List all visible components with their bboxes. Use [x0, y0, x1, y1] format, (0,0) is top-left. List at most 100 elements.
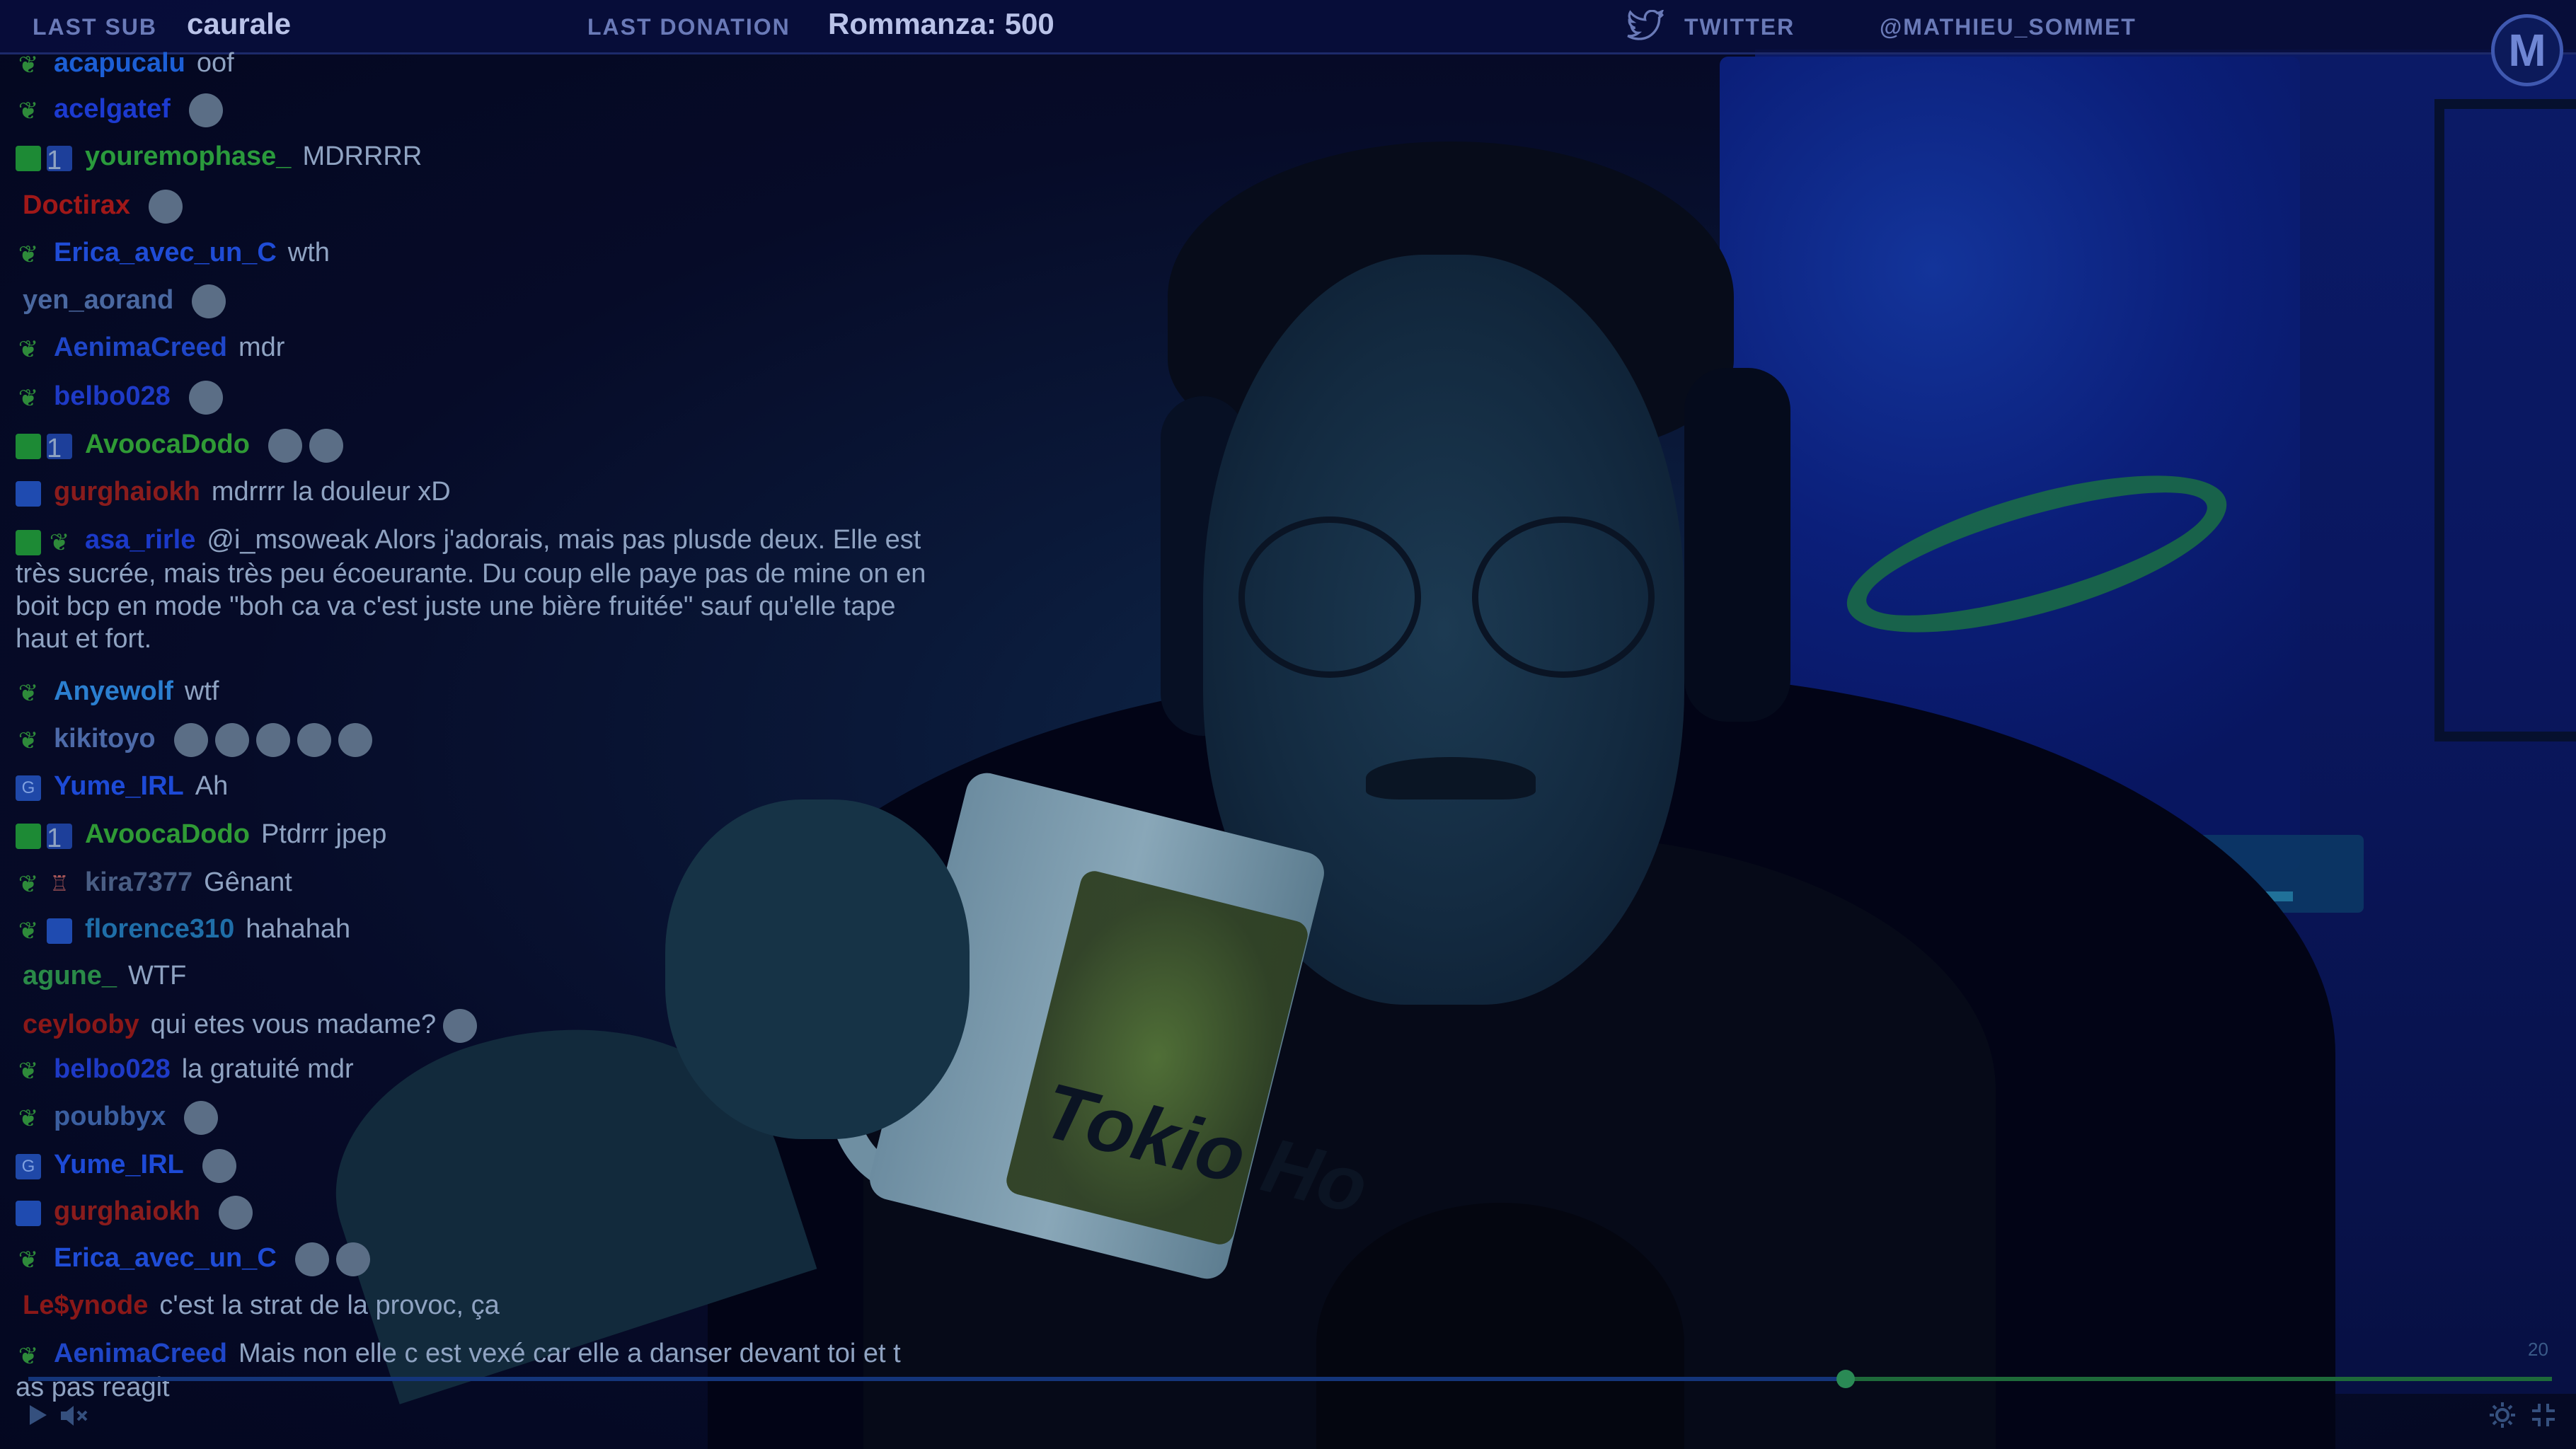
chat-text: qui etes vous madame? [150, 1010, 437, 1040]
leaf-badge-icon: ❦ [18, 918, 39, 945]
progress-bar[interactable] [1845, 1377, 2552, 1381]
chat-username[interactable]: Le$ynode [23, 1291, 148, 1320]
chat-badges: ❦ ♖ [16, 868, 78, 899]
chat-username[interactable]: AvoocaDodo [85, 429, 250, 459]
chat-message: ❦ Anyewolf wtf [16, 676, 928, 708]
chat-username[interactable]: florence310 [85, 914, 234, 944]
chat-message: G Yume_IRL [16, 1149, 928, 1183]
emote-icon [297, 723, 331, 757]
gear-icon[interactable] [2488, 1401, 2517, 1429]
emote-icon [188, 381, 223, 415]
emote-icon [192, 284, 226, 318]
exit-fullscreen-icon[interactable] [2529, 1401, 2558, 1429]
chat-username[interactable]: gurghaiokh [54, 477, 200, 507]
emote-icon [268, 429, 302, 463]
chat-username[interactable]: kira7377 [85, 867, 192, 897]
chat-text: hahahah [246, 914, 351, 944]
chat-username[interactable]: kikitoyo [54, 724, 156, 754]
volume-muted-icon[interactable] [58, 1402, 89, 1429]
leaf-badge-icon: ❦ [18, 1342, 39, 1370]
chat-username[interactable]: belbo028 [54, 381, 171, 411]
chat-text: mdr [238, 333, 285, 362]
g-badge-icon: G [16, 1154, 41, 1180]
emote-icon [335, 1242, 370, 1276]
chat-badges: ❦ [16, 725, 47, 756]
chat-badges: ❦ [16, 1339, 47, 1371]
chat-username[interactable]: Yume_IRL [54, 1150, 184, 1179]
chat-username[interactable]: asa_rirle [85, 525, 195, 555]
chat-username[interactable]: AenimaCreed [54, 333, 227, 362]
progress-knob[interactable] [1836, 1370, 1855, 1388]
chat-message: ❦ belbo028 la gratuité mdr [16, 1054, 928, 1085]
time-label: 20 [2528, 1339, 2548, 1360]
leaf-badge-icon: ❦ [18, 1058, 39, 1085]
twitter-icon [1627, 10, 1664, 40]
emote-icon [214, 723, 249, 757]
chat-badges: ❦ [16, 333, 47, 364]
chat-badges: 1 [16, 820, 78, 853]
chat-username[interactable]: belbo028 [54, 1054, 171, 1084]
leaf-badge-icon: ❦ [18, 241, 39, 269]
chat-username[interactable]: AvoocaDodo [85, 819, 250, 849]
chat-overlay: ❦ acapucalu oof ❦ acelgatef 1 youremophase_ MDR… [0, 35, 934, 1415]
chat-username[interactable]: gurghaiokh [54, 1196, 200, 1226]
chat-badges: ❦ [16, 383, 47, 413]
chat-username[interactable]: Anyewolf [54, 676, 173, 706]
chat-message: gurghaiokh [16, 1196, 928, 1230]
chat-username[interactable]: Yume_IRL [54, 771, 184, 801]
chat-username[interactable]: agune_ [23, 961, 117, 991]
progress-bar-played[interactable] [28, 1377, 1846, 1381]
chat-badges: ❦ [16, 525, 78, 558]
chat-message: ❦ AenimaCreed mdr [16, 333, 928, 364]
chat-message: ❦ belbo028 [16, 381, 928, 415]
chat-message: G Yume_IRL Ah [16, 771, 928, 802]
emote-icon [309, 429, 343, 463]
chat-text: Ptdrrr jpep [260, 819, 387, 849]
chat-text: wth [287, 238, 330, 267]
emote-icon [443, 1009, 478, 1043]
chat-username[interactable]: acapucalu [54, 48, 185, 78]
emote-icon [338, 723, 372, 757]
chat-badges: G [16, 772, 47, 802]
chat-badges: 1 [16, 431, 78, 463]
cake-badge-icon: ♖ [50, 872, 69, 896]
glasses [1238, 516, 1677, 678]
chat-badges: ❦ [16, 1103, 47, 1133]
chat-message: ❦ poubbyx [16, 1101, 928, 1135]
chat-message: ❦ kikitoyo [16, 723, 928, 757]
chat-badges: ❦ [16, 238, 47, 269]
chat-username[interactable]: youremophase_ [85, 142, 291, 171]
chat-message: 1 AvoocaDodo Ptdrrr jpep [16, 819, 928, 853]
channel-logo: M [2491, 14, 2563, 86]
chat-username[interactable]: yen_aorand [23, 285, 173, 315]
chat-badges: ❦ [16, 1245, 47, 1275]
chat-message: ❦ Erica_avec_un_C [16, 1242, 928, 1276]
chat-message: agune_ WTF [16, 961, 928, 991]
chat-username[interactable]: acelgatef [54, 94, 171, 124]
leaf-badge-icon: ❦ [18, 385, 39, 412]
chat-message: Doctirax [16, 190, 928, 224]
twitter-handle: @MATHIEU_SOMMET [1880, 14, 2137, 40]
chat-username[interactable]: Erica_avec_un_C [54, 238, 277, 267]
chat-badges: 1 [16, 142, 78, 175]
chat-badges: G [16, 1151, 47, 1182]
emote-icon [218, 1196, 253, 1230]
sub-badge-icon: 1 [47, 146, 72, 175]
chat-message: ceylooby qui etes vous madame? [16, 1009, 928, 1043]
chat-username[interactable]: ceylooby [23, 1010, 139, 1039]
chat-username[interactable]: Doctirax [23, 190, 130, 220]
chat-badges: ❦ [16, 677, 47, 708]
mod-badge-icon [16, 434, 41, 460]
chat-username[interactable]: poubbyx [54, 1102, 166, 1131]
chat-badges: ❦ [16, 1055, 47, 1085]
chat-badges [16, 478, 47, 508]
chat-message: 1 AvoocaDodo [16, 429, 928, 463]
chat-message: 1 youremophase_ MDRRRR [16, 142, 928, 175]
emote-icon [202, 1149, 236, 1183]
chat-username[interactable]: Erica_avec_un_C [54, 1243, 277, 1273]
play-icon[interactable] [23, 1401, 51, 1429]
sub-badge-icon: 1 [47, 434, 72, 463]
chat-message: ❦ ♖ kira7377 Gênant [16, 867, 928, 899]
chat-username[interactable]: AenimaCreed [54, 1339, 227, 1368]
chat-text: la gratuité mdr [181, 1054, 354, 1084]
